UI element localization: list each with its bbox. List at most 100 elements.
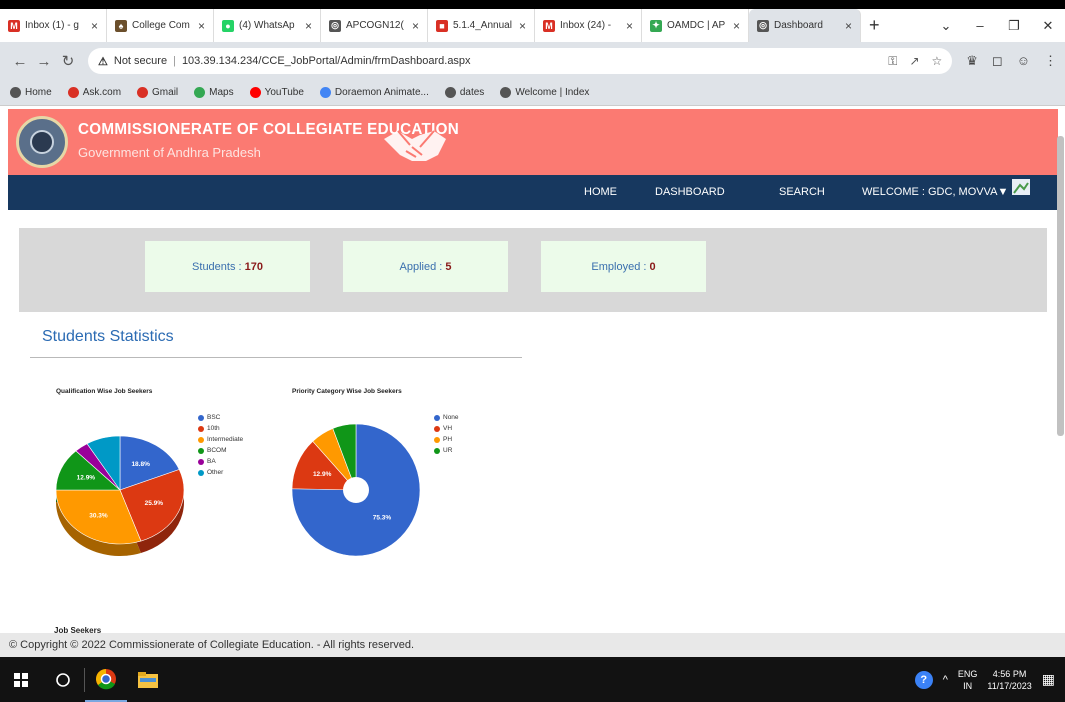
emblem-logo (16, 116, 68, 168)
browser-tab[interactable]: ✦ OAMDC | AP × (642, 9, 749, 42)
page-scrollbar[interactable] (1057, 136, 1064, 436)
profile-icon[interactable]: ☺ (1017, 53, 1030, 69)
pie-data-label: 12.9% (313, 471, 332, 478)
pie-data-label: 30.3% (89, 513, 108, 520)
tab-search-icon[interactable]: ⌄ (929, 18, 963, 34)
chart-title: Qualification Wise Job Seekers (56, 388, 153, 395)
bookmark-label: Gmail (152, 87, 179, 98)
close-tab-icon[interactable]: × (733, 19, 740, 33)
address-bar-row: ← → ↻ ⚠ Not secure | 103.39.134.234/CCE_… (0, 42, 1065, 80)
key-icon[interactable]: ⚿ (888, 54, 897, 69)
bookmark-favicon-icon (194, 87, 206, 98)
clock[interactable]: 4:56 PM 11/17/2023 (987, 668, 1031, 692)
tab-title: OAMDC | AP (667, 20, 726, 31)
browser-tab[interactable]: M Inbox (24) - × (535, 9, 642, 42)
chrome-taskbar-item[interactable] (85, 657, 127, 702)
bookmark-item[interactable]: dates (444, 87, 484, 98)
close-tab-icon[interactable]: × (305, 19, 312, 33)
url-input[interactable]: ⚠ Not secure | 103.39.134.234/CCE_JobPor… (88, 48, 953, 74)
bookmark-item[interactable]: Doraemon Animate... (319, 87, 429, 98)
warning-icon[interactable]: ⚠ (98, 55, 108, 68)
file-explorer-taskbar-item[interactable] (127, 657, 169, 702)
bookmark-item[interactable]: YouTube (249, 87, 304, 98)
menu-icon[interactable]: ⋮ (1044, 53, 1057, 69)
tab-title: 5.1.4_Annual (453, 20, 512, 31)
legend-item[interactable]: None (434, 414, 459, 421)
site-subtitle: Government of Andhra Pradesh (78, 145, 261, 160)
legend-item[interactable]: Other (198, 469, 223, 476)
separator: | (173, 55, 176, 67)
chevron-up-icon[interactable]: ^ (943, 674, 948, 686)
globe-icon: ◎ (757, 19, 769, 32)
section-title: Students Statistics (42, 328, 174, 345)
legend-item[interactable]: PH (434, 436, 452, 443)
legend-label: BA (207, 458, 216, 465)
restore-button[interactable]: ❐ (997, 18, 1031, 34)
window-controls: ⌄ – ❐ ✕ (929, 9, 1065, 42)
tab-title: APCOGN12( (346, 20, 404, 31)
close-tab-icon[interactable]: × (412, 19, 419, 33)
back-button[interactable]: ← (8, 53, 32, 70)
browser-tab[interactable]: ◎ Dashboard × (749, 9, 861, 42)
legend-item[interactable]: BSC (198, 414, 220, 421)
pie-chart-svg: 18.8% 25.9% 30.3% 12.9% (55, 435, 185, 556)
legend-item[interactable]: VH (434, 425, 452, 432)
notification-icon[interactable]: ▦ (1042, 671, 1055, 688)
legend-item[interactable]: 10th (198, 425, 220, 432)
close-window-button[interactable]: ✕ (1031, 18, 1065, 34)
legend-item[interactable]: Intermediate (198, 436, 243, 443)
bookmark-favicon-icon (319, 87, 331, 98)
new-tab-button[interactable]: + (869, 15, 880, 36)
nav-welcome-user[interactable]: WELCOME : GDC, MOVVA▼ (862, 175, 1008, 210)
close-tab-icon[interactable]: × (91, 19, 98, 33)
search-button[interactable] (42, 657, 84, 702)
legend-item[interactable]: BCOM (198, 447, 227, 454)
bookmark-item[interactable]: Home (10, 87, 52, 98)
bookmark-star-icon[interactable]: ☆ (932, 54, 943, 69)
applied-value: 5 (445, 260, 452, 273)
pie-data-label: 12.9% (77, 475, 96, 482)
bookmark-item[interactable]: Ask.com (67, 87, 122, 98)
extensions-icon[interactable]: ♛ (966, 53, 978, 69)
bookmark-label: Ask.com (82, 87, 122, 98)
bookmark-item[interactable]: Welcome | Index (500, 87, 589, 98)
nav-home[interactable]: HOME (584, 175, 617, 210)
bookmark-item[interactable]: Maps (194, 87, 234, 98)
legend-item[interactable]: BA (198, 458, 216, 465)
share-icon[interactable]: ↗ (909, 54, 919, 69)
nav-dashboard[interactable]: DASHBOARD (655, 175, 725, 210)
browser-tab[interactable]: ♠ College Com × (107, 9, 214, 42)
browser-tab-strip: M Inbox (1) - g × ♠ College Com × ● (4) WhatsAp… (0, 0, 1065, 42)
close-tab-icon[interactable]: × (845, 19, 852, 33)
page-footer: © Copyright © 2022 Commissionerate of Co… (0, 633, 1065, 657)
legend-item[interactable]: UR (434, 447, 452, 454)
side-panel-icon[interactable]: ◻ (992, 53, 1003, 69)
reload-button[interactable]: ↻ (56, 52, 80, 70)
language-indicator[interactable]: ENG IN (958, 668, 978, 692)
handshake-icon (384, 130, 446, 161)
browser-tab[interactable]: ■ 5.1.4_Annual × (428, 9, 535, 42)
nav-search[interactable]: SEARCH (779, 175, 825, 210)
user-avatar-icon[interactable] (1012, 179, 1030, 195)
legend-swatch (434, 436, 440, 443)
toolbar-icons: ♛ ◻ ☺ ⋮ (966, 53, 1057, 69)
start-button[interactable] (0, 657, 42, 702)
browser-tab[interactable]: M Inbox (1) - g × (0, 9, 107, 42)
gmail-icon: M (8, 19, 20, 32)
applied-count-card: Applied : 5 (343, 241, 508, 292)
region-label: IN (963, 680, 973, 691)
employed-count-card: Employed : 0 (541, 241, 706, 292)
close-tab-icon[interactable]: × (198, 19, 205, 33)
main-navbar: HOME DASHBOARD SEARCH WELCOME : GDC, MOV… (8, 175, 1058, 210)
close-tab-icon[interactable]: × (626, 19, 633, 33)
bookmark-item[interactable]: Gmail (137, 87, 178, 98)
browser-tab[interactable]: ◎ APCOGN12(× (321, 9, 428, 42)
legend-swatch (434, 447, 440, 454)
bookmark-label: Maps (209, 87, 234, 98)
browser-tab[interactable]: ● (4) WhatsAp × (214, 9, 321, 42)
forward-button[interactable]: → (32, 53, 56, 70)
close-tab-icon[interactable]: × (519, 19, 526, 33)
minimize-button[interactable]: – (963, 18, 997, 33)
students-label: Students : (192, 260, 242, 273)
help-icon[interactable]: ? (914, 670, 933, 689)
